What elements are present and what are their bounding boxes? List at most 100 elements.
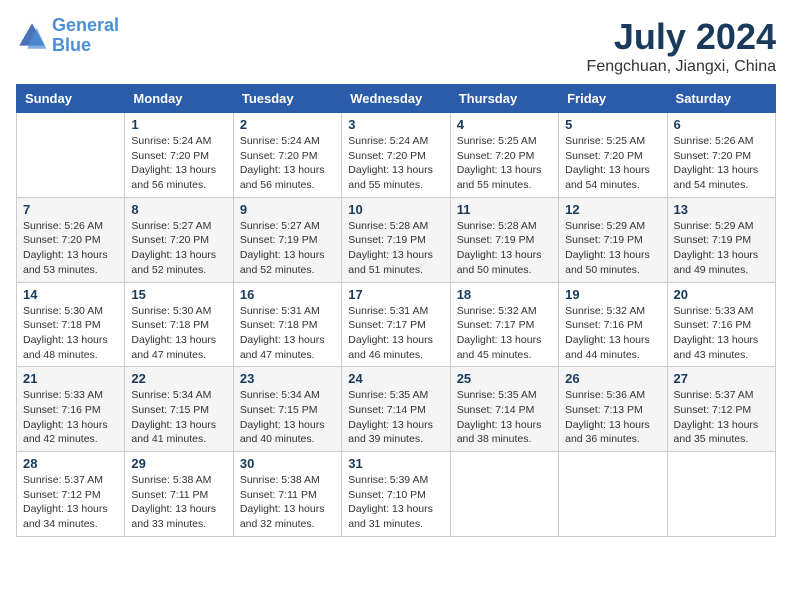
week-row-5: 28Sunrise: 5:37 AM Sunset: 7:12 PM Dayli…: [17, 452, 776, 537]
day-info: Sunrise: 5:27 AM Sunset: 7:20 PM Dayligh…: [131, 219, 226, 278]
day-number: 10: [348, 202, 443, 217]
calendar-cell: 5Sunrise: 5:25 AM Sunset: 7:20 PM Daylig…: [559, 113, 667, 198]
day-number: 20: [674, 287, 769, 302]
day-number: 26: [565, 371, 660, 386]
calendar-cell: 3 Sunrise: 5:24 AM Sunset: 7:20 PM Daylig…: [342, 113, 450, 198]
day-info: Sunrise: 5:29 AM Sunset: 7:19 PM Dayligh…: [565, 219, 660, 278]
day-info: Sunrise: 5:28 AM Sunset: 7:19 PM Dayligh…: [457, 219, 552, 278]
day-number: 29: [131, 456, 226, 471]
calendar-cell: 1Sunrise: 5:24 AM Sunset: 7:20 PM Daylig…: [125, 113, 233, 198]
day-number: 2: [240, 117, 335, 132]
day-number: 15: [131, 287, 226, 302]
day-info: Sunrise: 5:38 AM Sunset: 7:11 PM Dayligh…: [240, 473, 335, 532]
calendar-cell: 4 Sunrise: 5:25 AM Sunset: 7:20 PM Daylig…: [450, 113, 558, 198]
day-number: 11: [457, 202, 552, 217]
location: Fengchuan, Jiangxi, China: [587, 58, 776, 76]
calendar-cell: 17 Sunrise: 5:31 AM Sunset: 7:17 PM Dayli…: [342, 282, 450, 367]
day-info: Sunrise: 5:35 AM Sunset: 7:14 PM Dayligh…: [457, 388, 552, 447]
day-number: 22: [131, 371, 226, 386]
weekday-header-tuesday: Tuesday: [233, 85, 341, 113]
logo-icon: [16, 20, 48, 52]
day-number: 30: [240, 456, 335, 471]
calendar-cell: 6 Sunrise: 5:26 AM Sunset: 7:20 PM Daylig…: [667, 113, 775, 198]
day-number: 9: [240, 202, 335, 217]
day-info: Sunrise: 5:26 AM Sunset: 7:20 PM Dayligh…: [23, 219, 118, 278]
day-number: 21: [23, 371, 118, 386]
calendar-cell: 23 Sunrise: 5:34 AM Sunset: 7:15 PM Dayli…: [233, 367, 341, 452]
calendar-body: 1 Sunrise: 5:24 AM Sunset: 7:20 PM Daylig…: [17, 113, 776, 537]
calendar-cell: 28Sunrise: 5:37 AM Sunset: 7:12 PM Dayli…: [17, 452, 125, 537]
week-row-2: 7 Sunrise: 5:26 AM Sunset: 7:20 PM Daylig…: [17, 197, 776, 282]
calendar-cell: 15 Sunrise: 5:30 AM Sunset: 7:18 PM Dayli…: [125, 282, 233, 367]
day-number: 6: [674, 117, 769, 132]
weekday-header-friday: Friday: [559, 85, 667, 113]
calendar-cell: 2 Sunrise: 5:24 AM Sunset: 7:20 PM Daylig…: [233, 113, 341, 198]
day-info: Sunrise: 5:26 AM Sunset: 7:20 PM Dayligh…: [674, 134, 769, 193]
weekday-header-monday: Monday: [125, 85, 233, 113]
day-info: Sunrise: 5:29 AM Sunset: 7:19 PM Dayligh…: [674, 219, 769, 278]
calendar-cell: 21 Sunrise: 5:33 AM Sunset: 7:16 PM Dayli…: [17, 367, 125, 452]
day-number: 8: [131, 202, 226, 217]
calendar-cell: 29 Sunrise: 5:38 AM Sunset: 7:11 PM Dayli…: [125, 452, 233, 537]
calendar-cell: [559, 452, 667, 537]
calendar-cell: 20 Sunrise: 5:33 AM Sunset: 7:16 PM Dayli…: [667, 282, 775, 367]
day-info: Sunrise: 5:33 AM Sunset: 7:16 PM Dayligh…: [23, 388, 118, 447]
calendar-cell: 12 Sunrise: 5:29 AM Sunset: 7:19 PM Dayli…: [559, 197, 667, 282]
day-info: Sunrise: 5:31 AM Sunset: 7:17 PM Dayligh…: [348, 304, 443, 363]
day-info: Sunrise: 5:24 AM Sunset: 7:20 PM Dayligh…: [240, 134, 335, 193]
day-info: Sunrise: 5:30 AM Sunset: 7:18 PM Dayligh…: [131, 304, 226, 363]
calendar-cell: 22 Sunrise: 5:34 AM Sunset: 7:15 PM Dayli…: [125, 367, 233, 452]
calendar-cell: 31Sunrise: 5:39 AM Sunset: 7:10 PM Dayli…: [342, 452, 450, 537]
day-number: 19: [565, 287, 660, 302]
day-number: 13: [674, 202, 769, 217]
calendar-cell: 16Sunrise: 5:31 AM Sunset: 7:18 PM Dayli…: [233, 282, 341, 367]
day-info: Sunrise: 5:25 AM Sunset: 7:20 PM Dayligh…: [457, 134, 552, 193]
day-info: Sunrise: 5:38 AM Sunset: 7:11 PM Dayligh…: [131, 473, 226, 532]
day-number: 7: [23, 202, 118, 217]
page-header: General Blue July 2024 Fengchuan, Jiangx…: [16, 16, 776, 76]
day-info: Sunrise: 5:34 AM Sunset: 7:15 PM Dayligh…: [131, 388, 226, 447]
logo-text: General Blue: [52, 16, 119, 56]
day-number: 17: [348, 287, 443, 302]
day-info: Sunrise: 5:39 AM Sunset: 7:10 PM Dayligh…: [348, 473, 443, 532]
calendar-cell: 27 Sunrise: 5:37 AM Sunset: 7:12 PM Dayli…: [667, 367, 775, 452]
calendar-cell: 9 Sunrise: 5:27 AM Sunset: 7:19 PM Daylig…: [233, 197, 341, 282]
calendar-cell: 10 Sunrise: 5:28 AM Sunset: 7:19 PM Dayli…: [342, 197, 450, 282]
day-number: 18: [457, 287, 552, 302]
day-info: Sunrise: 5:37 AM Sunset: 7:12 PM Dayligh…: [23, 473, 118, 532]
calendar-cell: 8 Sunrise: 5:27 AM Sunset: 7:20 PM Daylig…: [125, 197, 233, 282]
day-info: Sunrise: 5:33 AM Sunset: 7:16 PM Dayligh…: [674, 304, 769, 363]
day-info: Sunrise: 5:32 AM Sunset: 7:16 PM Dayligh…: [565, 304, 660, 363]
weekday-row: SundayMondayTuesdayWednesdayThursdayFrid…: [17, 85, 776, 113]
calendar-header: SundayMondayTuesdayWednesdayThursdayFrid…: [17, 85, 776, 113]
calendar-cell: 11 Sunrise: 5:28 AM Sunset: 7:19 PM Dayli…: [450, 197, 558, 282]
day-number: 4: [457, 117, 552, 132]
calendar-cell: 30 Sunrise: 5:38 AM Sunset: 7:11 PM Dayli…: [233, 452, 341, 537]
day-info: Sunrise: 5:36 AM Sunset: 7:13 PM Dayligh…: [565, 388, 660, 447]
calendar-table: SundayMondayTuesdayWednesdayThursdayFrid…: [16, 84, 776, 537]
calendar-cell: [667, 452, 775, 537]
day-number: 3: [348, 117, 443, 132]
weekday-header-saturday: Saturday: [667, 85, 775, 113]
weekday-header-thursday: Thursday: [450, 85, 558, 113]
day-number: 24: [348, 371, 443, 386]
week-row-4: 21 Sunrise: 5:33 AM Sunset: 7:16 PM Dayli…: [17, 367, 776, 452]
day-number: 12: [565, 202, 660, 217]
week-row-1: 1 Sunrise: 5:24 AM Sunset: 7:20 PM Daylig…: [17, 113, 776, 198]
logo-blue: Blue: [52, 35, 91, 55]
calendar-cell: 14Sunrise: 5:30 AM Sunset: 7:18 PM Dayli…: [17, 282, 125, 367]
day-info: Sunrise: 5:34 AM Sunset: 7:15 PM Dayligh…: [240, 388, 335, 447]
calendar-cell: [450, 452, 558, 537]
day-info: Sunrise: 5:32 AM Sunset: 7:17 PM Dayligh…: [457, 304, 552, 363]
day-number: 1: [131, 117, 226, 132]
day-info: Sunrise: 5:28 AM Sunset: 7:19 PM Dayligh…: [348, 219, 443, 278]
day-number: 27: [674, 371, 769, 386]
day-info: Sunrise: 5:30 AM Sunset: 7:18 PM Dayligh…: [23, 304, 118, 363]
day-number: 23: [240, 371, 335, 386]
calendar-cell: 13 Sunrise: 5:29 AM Sunset: 7:19 PM Dayli…: [667, 197, 775, 282]
day-info: Sunrise: 5:35 AM Sunset: 7:14 PM Dayligh…: [348, 388, 443, 447]
day-info: Sunrise: 5:24 AM Sunset: 7:20 PM Dayligh…: [348, 134, 443, 193]
day-info: Sunrise: 5:27 AM Sunset: 7:19 PM Dayligh…: [240, 219, 335, 278]
day-number: 25: [457, 371, 552, 386]
day-info: Sunrise: 5:37 AM Sunset: 7:12 PM Dayligh…: [674, 388, 769, 447]
